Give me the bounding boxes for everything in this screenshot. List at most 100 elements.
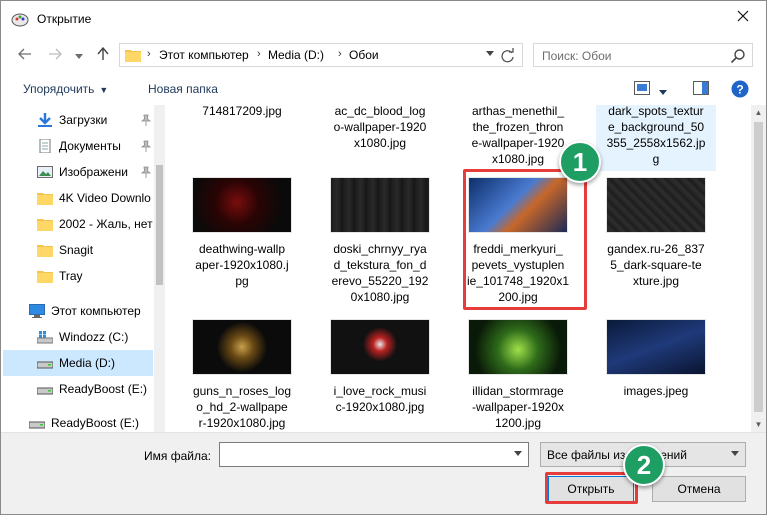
forward-button[interactable] <box>45 46 65 64</box>
file-item[interactable]: doski_chrnyy_rya d_tekstura_fon_d erevo_… <box>320 177 440 309</box>
pin-icon[interactable] <box>140 140 152 152</box>
search-placeholder: Поиск: Обои <box>542 49 612 63</box>
sidebar-item-readyboost-e-2[interactable]: ReadyBoost (E:) <box>3 410 153 432</box>
thumbnail-image <box>192 177 292 233</box>
sidebar-item-pictures[interactable]: Изображени <box>3 159 153 185</box>
breadcrumb-this-pc[interactable]: Этот компьютер <box>159 48 249 62</box>
file-item[interactable]: ac_dc_blood_log o-wallpaper-1920 x1080.j… <box>320 105 440 155</box>
file-item[interactable]: gandex.ru-26_837 5_dark-square-te xture.… <box>596 177 716 309</box>
thumbnail-image <box>330 177 430 233</box>
cancel-button[interactable]: Отмена <box>652 476 746 502</box>
thumbnail-image <box>606 319 706 375</box>
open-file-dialog: Открытие › Этот компьютер › Media (D:) ›… <box>0 0 767 515</box>
folder-icon <box>37 269 53 283</box>
close-icon <box>737 10 749 25</box>
file-item[interactable]: i_love_rock_musi c-1920x1080.jpg <box>320 319 440 429</box>
file-name: gandex.ru-26_837 5_dark-square-te xture.… <box>607 242 705 288</box>
file-name: ac_dc_blood_log o-wallpaper-1920 x1080.j… <box>333 105 427 150</box>
folder-icon <box>37 243 53 257</box>
sidebar-item-label: 2002 - Жаль, нет <box>59 217 153 231</box>
pin-icon[interactable] <box>140 166 152 178</box>
thumbnail-image <box>192 319 292 375</box>
filename-input[interactable] <box>219 442 529 467</box>
sidebar-item-label: Загрузки <box>59 113 108 127</box>
chevron-down-icon <box>75 47 83 63</box>
recent-locations-button[interactable] <box>69 46 89 64</box>
sidebar-item-label: ReadyBoost (E:) <box>59 382 148 396</box>
help-button[interactable]: ? <box>731 80 749 101</box>
drive-icon <box>28 416 46 430</box>
step-badge-2: 2 <box>623 444 665 486</box>
sidebar-item-readyboost-e[interactable]: ReadyBoost (E:) <box>3 376 153 402</box>
file-name: illidan_stormrage -wallpaper-1920x 1200.… <box>471 384 565 430</box>
sidebar-item-label: Изображени <box>59 165 128 179</box>
address-bar[interactable]: › Этот компьютер › Media (D:) › Обои <box>119 43 523 67</box>
file-name: deathwing-wallp aper-1920x1080.j pg <box>195 242 289 288</box>
address-history-dropdown[interactable] <box>486 49 494 59</box>
preview-pane-icon <box>693 81 709 98</box>
file-name: doski_chrnyy_rya d_tekstura_fon_d erevo_… <box>331 242 429 304</box>
file-item-selected[interactable]: dark_spots_textur e_background_50 355_25… <box>596 105 716 171</box>
chevron-down-icon: ▼ <box>99 85 109 95</box>
preview-pane-button[interactable] <box>693 81 709 98</box>
chevron-down-icon <box>659 85 667 99</box>
pictures-icon <box>37 165 53 179</box>
refresh-icon[interactable] <box>499 47 517 65</box>
file-name: dark_spots_textur e_background_50 355_25… <box>606 105 706 166</box>
scrollbar-thumb[interactable] <box>754 122 763 412</box>
file-item[interactable]: illidan_stormrage -wallpaper-1920x 1200.… <box>458 319 578 430</box>
folder-icon <box>37 217 53 231</box>
drive-icon <box>36 382 54 396</box>
new-folder-button[interactable]: Новая папка <box>148 82 218 96</box>
computer-icon <box>29 304 45 318</box>
document-icon <box>37 138 53 154</box>
folder-icon <box>125 48 141 62</box>
search-input[interactable]: Поиск: Обои <box>533 43 753 67</box>
sidebar-item-tray[interactable]: Tray <box>3 263 153 289</box>
organize-button[interactable]: Упорядочить ▼ <box>23 82 108 96</box>
file-item[interactable]: 714817209.jpg <box>182 105 302 123</box>
arrow-left-icon <box>18 47 32 63</box>
sidebar-item-label: Media (D:) <box>59 356 116 370</box>
arrow-right-icon <box>48 47 62 63</box>
breadcrumb-separator-icon: › <box>338 48 342 60</box>
file-list-scrollbar[interactable]: ▲ ▼ <box>751 105 766 432</box>
up-button[interactable] <box>93 46 113 64</box>
pin-icon[interactable] <box>140 114 152 126</box>
file-item[interactable]: deathwing-wallp aper-1920x1080.j pg <box>182 177 302 309</box>
command-bar: Упорядочить ▼ Новая папка ? <box>1 73 766 105</box>
sidebar-item-4k-video-downloader[interactable]: 4K Video Downlo <box>3 185 153 211</box>
view-dropdown-button[interactable] <box>659 85 667 99</box>
sidebar-item-downloads[interactable]: Загрузки <box>3 107 153 133</box>
view-options-button[interactable] <box>634 81 650 98</box>
scroll-up-icon[interactable]: ▲ <box>751 105 766 120</box>
thumbnail-image <box>468 319 568 375</box>
svg-text:?: ? <box>736 83 743 97</box>
breadcrumb-media-d[interactable]: Media (D:) <box>268 48 324 62</box>
close-button[interactable] <box>720 1 766 33</box>
sidebar-item-2002[interactable]: 2002 - Жаль, нет <box>3 211 153 237</box>
scroll-down-icon[interactable]: ▼ <box>751 417 766 432</box>
file-item[interactable]: guns_n_roses_log o_hd_2-wallpape r-1920x… <box>182 319 302 430</box>
sidebar-item-media-d[interactable]: Media (D:) <box>3 350 153 376</box>
back-button[interactable] <box>15 46 35 64</box>
file-list: 714817209.jpg ac_dc_blood_log o-wallpape… <box>168 105 751 432</box>
thumbnail-image <box>606 177 706 233</box>
navigation-pane: Загрузки Документы Изображени 4K Video D… <box>3 105 165 432</box>
sidebar-item-snagit[interactable]: Snagit <box>3 237 153 263</box>
sidebar-scrollbar[interactable] <box>154 105 165 432</box>
sidebar-item-documents[interactable]: Документы <box>3 133 153 159</box>
app-icon <box>11 11 29 27</box>
arrow-up-icon <box>97 46 109 64</box>
breadcrumb-oboi[interactable]: Обои <box>349 48 379 62</box>
window-title: Открытие <box>37 12 92 26</box>
sidebar-scrollbar-thumb[interactable] <box>156 165 163 285</box>
file-item[interactable]: images.jpeg <box>596 319 716 429</box>
breadcrumb-separator-icon: › <box>257 48 261 60</box>
sidebar-item-label: ReadyBoost (E:) <box>51 416 140 430</box>
sidebar-item-windozz-c[interactable]: Windozz (C:) <box>3 324 153 350</box>
sidebar-item-this-pc[interactable]: Этот компьютер <box>3 298 153 324</box>
sidebar-item-label: Snagit <box>59 243 94 257</box>
chevron-down-icon[interactable] <box>514 449 522 459</box>
file-name: images.jpeg <box>623 384 689 398</box>
